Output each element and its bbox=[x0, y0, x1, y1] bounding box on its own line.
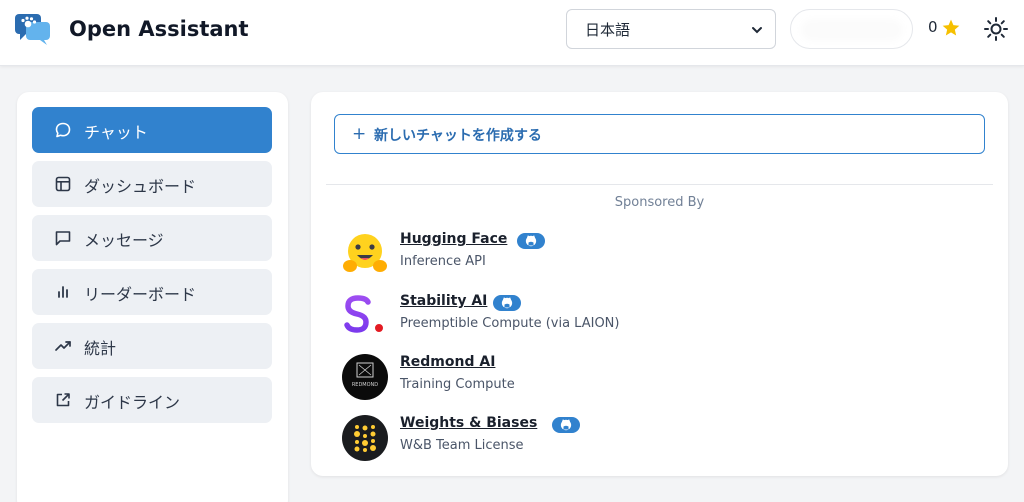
stability-ai-logo-icon bbox=[344, 295, 383, 333]
sidebar-item-label: チャット bbox=[84, 123, 148, 142]
sponsor-name-link[interactable]: Stability AI bbox=[400, 293, 487, 309]
sponsor-hugging-face: Hugging Face Inference API bbox=[341, 230, 841, 280]
user-menu-button[interactable] bbox=[790, 9, 913, 49]
github-badge[interactable] bbox=[493, 295, 521, 311]
redmond-ai-logo-icon: REDMOND bbox=[342, 354, 388, 400]
sidebar-item-guidelines[interactable]: ガイドライン bbox=[32, 377, 272, 423]
sidebar-item-dashboard[interactable]: ダッシュボード bbox=[32, 161, 272, 207]
github-badge[interactable] bbox=[517, 233, 545, 249]
redmond-logo-text: REDMOND bbox=[352, 382, 378, 388]
app-title[interactable]: Open Assistant bbox=[69, 14, 249, 44]
main-panel: + 新しいチャットを作成する Sponsored By Hugging Face… bbox=[311, 92, 1008, 476]
language-select[interactable]: 日本語 bbox=[566, 9, 776, 49]
plus-icon: + bbox=[352, 124, 367, 144]
sidebar-item-chat[interactable]: チャット bbox=[32, 107, 272, 153]
sidebar-item-leaderboard[interactable]: リーダーボード bbox=[32, 269, 272, 315]
github-badge[interactable] bbox=[552, 417, 580, 433]
sidebar-item-label: メッセージ bbox=[84, 231, 164, 250]
github-icon bbox=[525, 235, 537, 247]
sponsor-redmond-ai: REDMOND Redmond AI Training Compute bbox=[341, 353, 841, 403]
sponsor-description: W&B Team License bbox=[400, 438, 524, 453]
new-chat-button[interactable]: + 新しいチャットを作成する bbox=[334, 114, 985, 154]
github-icon bbox=[501, 297, 513, 309]
chat-bubble-icon bbox=[55, 122, 71, 138]
new-chat-label: 新しいチャットを作成する bbox=[374, 128, 542, 144]
top-header: Open Assistant 日本語 0 bbox=[0, 0, 1024, 66]
layout-icon bbox=[55, 176, 71, 192]
message-square-icon bbox=[55, 231, 71, 246]
sponsor-description: Inference API bbox=[400, 254, 486, 269]
language-select-value: 日本語 bbox=[585, 21, 631, 39]
sponsor-weights-biases: Weights & Biases W&B Team License bbox=[341, 414, 841, 464]
open-assistant-logo-icon[interactable] bbox=[14, 12, 52, 46]
weights-biases-logo-icon bbox=[342, 415, 388, 461]
sidebar-item-label: ダッシュボード bbox=[84, 177, 197, 196]
sidebar: チャット ダッシュボード メッセージ リーダーボード 統計 ガイドライン bbox=[17, 92, 288, 502]
avatar bbox=[797, 15, 907, 45]
score-value: 0 bbox=[928, 18, 938, 36]
sponsor-description: Training Compute bbox=[400, 377, 515, 392]
sidebar-item-stats[interactable]: 統計 bbox=[32, 323, 272, 369]
trending-up-icon bbox=[55, 341, 71, 351]
sidebar-item-label: ガイドライン bbox=[84, 393, 181, 412]
sponsor-name-link[interactable]: Weights & Biases bbox=[400, 415, 537, 431]
github-icon bbox=[560, 419, 572, 431]
sidebar-item-label: リーダーボード bbox=[84, 285, 197, 304]
bar-chart-icon bbox=[58, 286, 68, 298]
star-icon bbox=[942, 19, 960, 36]
external-link-icon bbox=[56, 393, 70, 407]
sponsor-description: Preemptible Compute (via LAION) bbox=[400, 316, 620, 331]
sun-icon[interactable] bbox=[983, 16, 1009, 42]
chevron-down-icon bbox=[752, 27, 762, 34]
sponsored-by-heading: Sponsored By bbox=[614, 195, 705, 210]
sidebar-item-messages[interactable]: メッセージ bbox=[32, 215, 272, 261]
sponsor-stability-ai: Stability AI Preemptible Compute (via LA… bbox=[341, 292, 841, 342]
hugging-face-logo-icon bbox=[343, 234, 387, 272]
divider bbox=[326, 184, 993, 185]
sponsor-name-link[interactable]: Hugging Face bbox=[400, 231, 507, 247]
sponsor-name-link[interactable]: Redmond AI bbox=[400, 354, 495, 370]
sidebar-item-label: 統計 bbox=[84, 339, 117, 358]
